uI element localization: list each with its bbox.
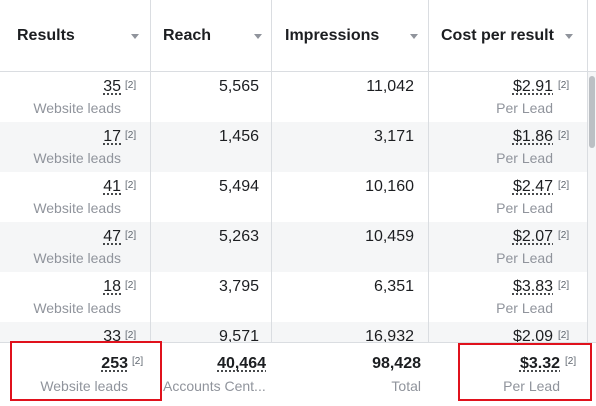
column-header-reach[interactable]: Reach [151, 0, 271, 72]
cost-note: [2] [558, 80, 570, 91]
column-divider [428, 0, 429, 342]
reach-value: 5,494 [218, 178, 259, 195]
cost-value[interactable]: $1.86 [513, 128, 553, 146]
results-note: [2] [125, 130, 137, 141]
total-reach-label: Accounts Cent... [163, 378, 266, 394]
cost-value[interactable]: $2.91 [513, 78, 553, 96]
results-note: [2] [125, 180, 137, 191]
impressions-value: 6,351 [373, 278, 414, 295]
results-value[interactable]: 41 [103, 178, 121, 196]
cost-note: [2] [558, 230, 570, 241]
highlight-box-cost [458, 343, 592, 401]
reach-value: 5,565 [218, 78, 259, 95]
highlight-box-results [10, 341, 162, 401]
column-header-label: Reach [163, 27, 212, 44]
total-reach-value[interactable]: 40,464 [217, 355, 266, 373]
cost-value[interactable]: $3.83 [513, 278, 553, 296]
total-impressions-label: Total [391, 378, 421, 394]
chevron-down-icon[interactable] [410, 34, 418, 39]
table-row[interactable]: 18 [2] Website leads 3,795 6,351 $3.83 [2] Per … [0, 272, 596, 322]
cost-note: [2] [558, 280, 570, 291]
cost-note: [2] [558, 330, 570, 341]
chevron-down-icon[interactable] [254, 34, 262, 39]
ads-results-table: Results Reach Impressions Cost per resul… [0, 0, 596, 406]
column-divider [150, 0, 151, 342]
results-value[interactable]: 17 [103, 128, 121, 146]
column-header-label: Cost per result [441, 27, 554, 44]
cost-value[interactable]: $2.07 [513, 228, 553, 246]
table-row[interactable]: 17 [2] Website leads 1,456 3,171 $1.86 [2] Per … [0, 122, 596, 172]
impressions-value: 10,459 [365, 228, 414, 245]
results-label: Website leads [33, 300, 121, 316]
results-label: Website leads [33, 250, 121, 266]
results-note: [2] [125, 280, 137, 291]
cost-note: [2] [558, 130, 570, 141]
results-label: Website leads [33, 150, 121, 166]
results-label: Website leads [33, 200, 121, 216]
results-note: [2] [125, 230, 137, 241]
cost-label: Per Lead [496, 300, 553, 316]
column-header-label: Impressions [285, 27, 380, 44]
cost-label: Per Lead [496, 200, 553, 216]
reach-value: 5,263 [218, 228, 259, 245]
cost-value[interactable]: $2.47 [513, 178, 553, 196]
reach-value: 3,795 [218, 278, 259, 295]
table-header: Results Reach Impressions Cost per resul… [0, 0, 596, 72]
column-header-impressions[interactable]: Impressions [272, 0, 428, 72]
table-row[interactable]: 41 [2] Website leads 5,494 10,160 $2.47 [2] Per… [0, 172, 596, 222]
reach-value: 1,456 [218, 128, 259, 145]
results-value[interactable]: 35 [103, 78, 121, 96]
impressions-value: 3,171 [373, 128, 414, 145]
chevron-down-icon[interactable] [565, 34, 573, 39]
results-value[interactable]: 47 [103, 228, 121, 246]
table-row[interactable]: 47 [2] Website leads 5,263 10,459 $2.07 [2] Per… [0, 222, 596, 272]
results-label: Website leads [33, 100, 121, 116]
table-row[interactable]: 35 [2] Website leads 5,565 11,042 $2.91 [2] Per… [0, 72, 596, 122]
impressions-value: 11,042 [366, 78, 414, 95]
total-impressions-value: 98,428 [372, 355, 421, 372]
results-note: [2] [125, 330, 137, 341]
cost-label: Per Lead [496, 250, 553, 266]
column-divider [271, 0, 272, 342]
vertical-scrollbar-thumb[interactable] [589, 76, 595, 148]
column-header-label: Results [17, 27, 75, 44]
chevron-down-icon[interactable] [131, 34, 139, 39]
results-note: [2] [125, 80, 137, 91]
impressions-value: 10,160 [365, 178, 414, 195]
cost-label: Per Lead [496, 150, 553, 166]
cost-note: [2] [558, 180, 570, 191]
column-header-cost-per-result[interactable]: Cost per result [429, 0, 587, 72]
cost-label: Per Lead [496, 100, 553, 116]
column-header-results[interactable]: Results [0, 0, 150, 72]
results-value[interactable]: 18 [103, 278, 121, 296]
